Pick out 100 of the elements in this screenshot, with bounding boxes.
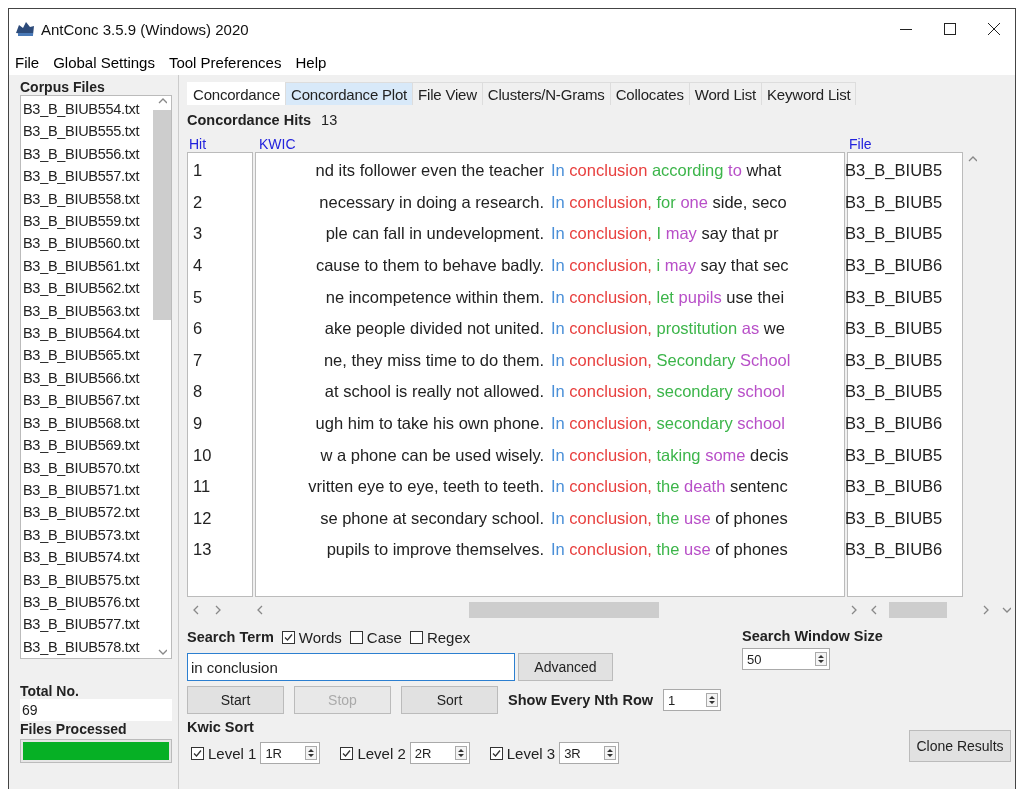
action-button[interactable]: Sort bbox=[401, 686, 498, 714]
column-header[interactable]: KWIC bbox=[257, 136, 849, 152]
highlighted-word: death bbox=[684, 477, 726, 496]
file-list-item[interactable]: B3_B_BIUB574.txt bbox=[23, 546, 153, 569]
checkbox[interactable] bbox=[349, 630, 363, 644]
files-processed-label: Files Processed bbox=[20, 721, 128, 737]
file-name-cell-text: B3_B_BIUB6 bbox=[844, 414, 944, 434]
right-context: decis bbox=[750, 445, 789, 464]
file-list-item[interactable]: B3_B_BIUB571.txt bbox=[23, 478, 153, 502]
scroll-left-icon[interactable] bbox=[869, 604, 879, 616]
highlighted-word: School bbox=[740, 350, 791, 369]
column-header[interactable]: Hit bbox=[187, 136, 257, 152]
option-label[interactable]: Case bbox=[366, 628, 402, 646]
column-header[interactable]: File bbox=[849, 136, 872, 152]
file-list-item[interactable]: B3_B_BIUB558.txt bbox=[23, 187, 153, 211]
highlighted-word: In bbox=[551, 287, 565, 306]
checkbox[interactable] bbox=[409, 630, 423, 644]
highlighted-word: In bbox=[551, 508, 565, 527]
checkbox[interactable] bbox=[281, 630, 295, 644]
scrollbar-thumb[interactable] bbox=[469, 602, 659, 618]
scroll-right-icon[interactable] bbox=[213, 604, 223, 616]
file-list-item[interactable]: B3_B_BIUB572.txt bbox=[23, 501, 153, 524]
advanced-button[interactable]: Advanced bbox=[518, 653, 613, 681]
option-label[interactable]: Regex bbox=[426, 628, 471, 646]
scroll-left-icon[interactable] bbox=[191, 604, 201, 616]
highlighted-word: conclusion, bbox=[569, 414, 652, 433]
file-list-item[interactable]: B3_B_BIUB557.txt bbox=[23, 165, 153, 188]
file-list-item[interactable]: B3_B_BIUB559.txt bbox=[23, 210, 153, 233]
menu-item[interactable]: Global Settings bbox=[49, 53, 159, 71]
left-context: cause to them to behave badly. bbox=[314, 256, 545, 276]
level-spinner[interactable]: 2R bbox=[409, 742, 470, 764]
tab[interactable]: Concordance bbox=[187, 82, 287, 105]
checkbox[interactable] bbox=[340, 746, 354, 760]
spinner-arrows-icon[interactable] bbox=[454, 746, 467, 760]
level-label[interactable]: Level 2 bbox=[357, 744, 406, 762]
search-input[interactable]: in conclusion bbox=[187, 653, 515, 681]
right-context: of phones bbox=[715, 540, 788, 559]
maximize-icon[interactable] bbox=[943, 22, 957, 36]
file-list-item[interactable]: B3_B_BIUB565.txt bbox=[23, 344, 153, 367]
highlighted-word: prostitution bbox=[656, 319, 738, 338]
clone-results-button[interactable]: Clone Results bbox=[909, 730, 1011, 762]
highlighted-word: In bbox=[551, 256, 565, 275]
close-icon[interactable] bbox=[987, 22, 1001, 36]
file-list-item[interactable]: B3_B_BIUB561.txt bbox=[23, 254, 153, 278]
file-list-item[interactable]: B3_B_BIUB578.txt bbox=[23, 635, 153, 659]
level-spinner[interactable]: 3R bbox=[559, 742, 620, 764]
file-list-item[interactable]: B3_B_BIUB576.txt bbox=[23, 590, 153, 614]
highlighted-word: to bbox=[728, 161, 742, 180]
option-label[interactable]: Words bbox=[298, 628, 342, 646]
file-name-cell-text: B3_B_BIUB5 bbox=[844, 508, 944, 528]
file-list-item[interactable]: B3_B_BIUB569.txt bbox=[23, 434, 153, 457]
menu-item[interactable]: Help bbox=[291, 53, 331, 71]
file-list-item[interactable]: B3_B_BIUB563.txt bbox=[23, 299, 153, 323]
spinner-arrows-icon[interactable] bbox=[815, 652, 827, 666]
file-name-cell-text: B3_B_BIUB5 bbox=[844, 287, 944, 307]
right-context: side, seco bbox=[712, 192, 787, 211]
window-size-spinner[interactable]: 50 bbox=[742, 648, 830, 670]
spinner-arrows-icon[interactable] bbox=[305, 746, 318, 760]
right-context: we bbox=[763, 319, 785, 338]
level-spinner[interactable]: 1R bbox=[260, 742, 321, 764]
scroll-right-icon[interactable] bbox=[981, 604, 991, 616]
highlighted-word: In bbox=[551, 414, 565, 433]
highlighted-word: conclusion, bbox=[569, 382, 652, 401]
file-list-item[interactable]: B3_B_BIUB575.txt bbox=[23, 568, 153, 591]
file-list-item[interactable]: B3_B_BIUB562.txt bbox=[23, 277, 153, 300]
spinner-arrows-icon[interactable] bbox=[604, 746, 617, 760]
scrollbar-thumb[interactable] bbox=[153, 110, 171, 320]
file-list-item[interactable]: B3_B_BIUB567.txt bbox=[23, 389, 153, 412]
highlighted-word: In bbox=[551, 350, 565, 369]
file-list-item[interactable]: B3_B_BIUB560.txt bbox=[23, 232, 153, 255]
menu-item[interactable]: Tool Preferences bbox=[164, 53, 286, 71]
hit-number: 12 bbox=[192, 508, 213, 528]
file-list-item[interactable]: B3_B_BIUB566.txt bbox=[23, 366, 153, 390]
file-list-item[interactable]: B3_B_BIUB573.txt bbox=[23, 523, 153, 547]
file-list-item[interactable]: B3_B_BIUB570.txt bbox=[23, 456, 153, 479]
checkbox[interactable] bbox=[489, 746, 503, 760]
file-list-item[interactable]: B3_B_BIUB556.txt bbox=[23, 142, 153, 166]
nth-row-spinner[interactable]: 1 bbox=[663, 689, 722, 711]
file-list-item[interactable]: B3_B_BIUB555.txt bbox=[23, 120, 153, 143]
highlighted-word: according bbox=[651, 161, 724, 180]
highlighted-word: In bbox=[551, 224, 565, 243]
file-list-item[interactable]: B3_B_BIUB554.txt bbox=[23, 98, 153, 121]
hit-number: 6 bbox=[192, 319, 204, 339]
scroll-left-icon[interactable] bbox=[255, 604, 265, 616]
tab[interactable]: Keyword List bbox=[761, 82, 857, 105]
scroll-right-icon[interactable] bbox=[849, 604, 859, 616]
menu-item[interactable]: File bbox=[11, 53, 44, 71]
highlighted-word: the bbox=[656, 477, 680, 496]
action-button[interactable]: Start bbox=[187, 686, 284, 714]
file-list-item[interactable]: B3_B_BIUB568.txt bbox=[23, 411, 153, 435]
spinner-arrows-icon[interactable] bbox=[706, 693, 719, 707]
highlighted-word: secondary bbox=[656, 382, 733, 401]
tab[interactable]: Concordance Plot bbox=[285, 82, 414, 105]
file-list-item[interactable]: B3_B_BIUB564.txt bbox=[23, 322, 153, 345]
file-list-item[interactable]: B3_B_BIUB577.txt bbox=[23, 613, 153, 636]
scrollbar-thumb[interactable] bbox=[889, 602, 947, 618]
level-label[interactable]: Level 1 bbox=[208, 744, 257, 762]
checkbox[interactable] bbox=[191, 746, 204, 760]
highlighted-word: In bbox=[551, 192, 565, 211]
level-label[interactable]: Level 3 bbox=[506, 744, 556, 762]
